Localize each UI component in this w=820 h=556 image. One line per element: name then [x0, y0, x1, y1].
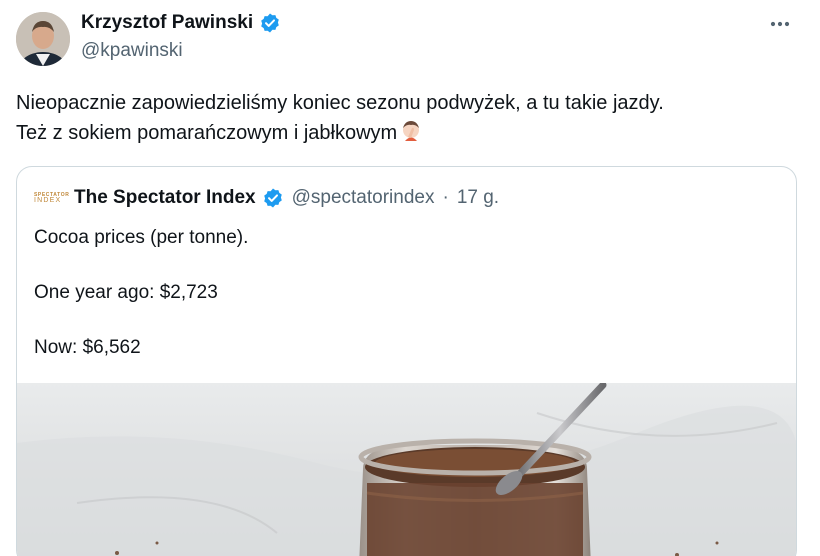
cocoa-jar-image[interactable] — [17, 381, 796, 556]
quoted-tweet-card[interactable]: SPECTATOR INDEX The Spectator Index @spe… — [16, 166, 797, 556]
tweet-text-line-2: Też z sokiem pomarańczowym i jabłkowym — [16, 118, 806, 148]
quoted-tweet-header: SPECTATOR INDEX The Spectator Index @spe… — [34, 187, 499, 209]
tweet-text-line-2-text: Też z sokiem pomarańczowym i jabłkowym — [16, 122, 398, 144]
verified-badge-icon — [259, 12, 281, 34]
logo-line-2: INDEX — [34, 197, 62, 204]
quoted-author-handle[interactable]: @spectatorindex — [292, 187, 435, 209]
spectator-index-logo[interactable]: SPECTATOR INDEX — [34, 191, 69, 205]
quoted-text-line-3: Now: $6,562 — [34, 337, 141, 358]
quoted-author-name[interactable]: The Spectator Index — [74, 187, 256, 209]
facepalm-emoji-icon — [399, 119, 423, 143]
meta-separator: · — [442, 187, 449, 208]
quoted-text-line-1: Cocoa prices (per tonne). — [34, 227, 249, 248]
author-name-text[interactable]: Krzysztof Pawinski — [81, 12, 253, 34]
author-avatar[interactable] — [16, 12, 70, 66]
quoted-timestamp[interactable]: 17 g. — [457, 187, 499, 209]
tweet-text-line-1: Nieopacznie zapowiedzieliśmy koniec sezo… — [16, 92, 664, 114]
more-options-icon[interactable] — [766, 14, 794, 34]
author-handle[interactable]: @kpawinski — [81, 40, 183, 62]
verified-badge-icon — [262, 187, 284, 209]
author-name[interactable]: Krzysztof Pawinski — [81, 12, 281, 34]
quoted-text-line-2: One year ago: $2,723 — [34, 282, 218, 303]
tweet-text: Nieopacznie zapowiedzieliśmy koniec sezo… — [16, 88, 806, 148]
